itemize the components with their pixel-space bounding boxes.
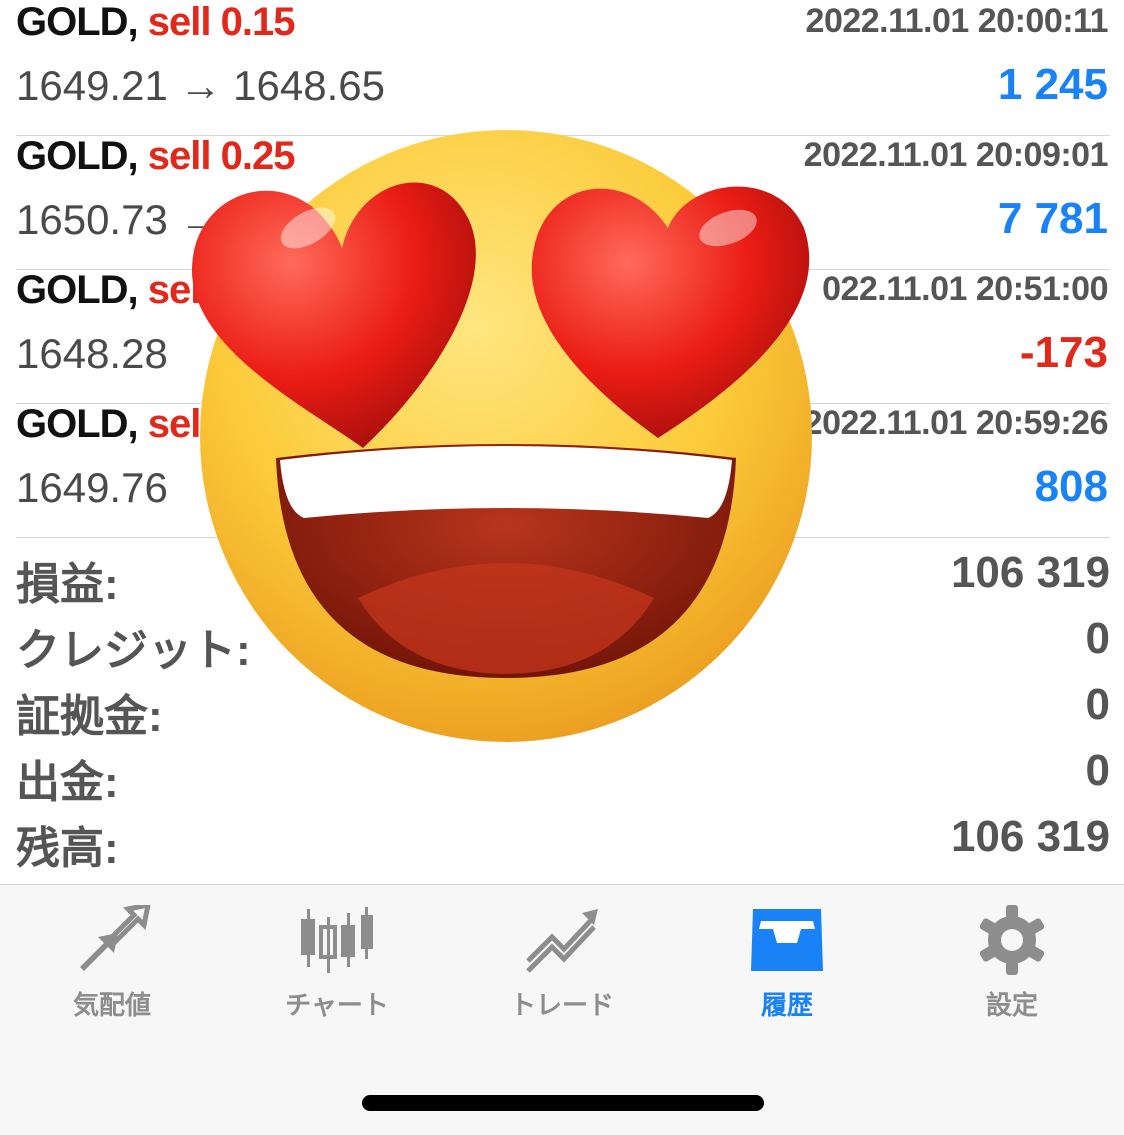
summary-balance: 残高: 106 319 (16, 812, 1110, 878)
trade-time: 022.11.01 20:51:00 (822, 270, 1108, 308)
tab-quotes[interactable]: 気配値 (12, 905, 212, 1025)
tab-label: 設定 (985, 990, 1038, 1020)
trade-time: 2022.11.01 20:00:11 (805, 2, 1109, 40)
tab-label: チャート (285, 990, 389, 1020)
tab-settings[interactable]: 設定 (912, 905, 1112, 1025)
gear-icon (979, 905, 1045, 975)
history-tray-icon (751, 909, 823, 971)
summary-value: 106 319 (950, 548, 1110, 597)
trade-profit: -173 (1019, 328, 1108, 377)
smiling-face-with-heart-eyes-emoji (191, 130, 812, 742)
summary-value: 0 (1085, 680, 1110, 729)
tab-chart[interactable]: チャート (237, 905, 437, 1025)
trade-row[interactable]: GOLD, sell 0.15 2022.11.01 20:00:11 1649… (16, 0, 1110, 136)
tab-history[interactable]: 履歴 (687, 905, 887, 1025)
tab-label: 履歴 (760, 990, 813, 1020)
trade-symbol: GOLD, sel (16, 402, 201, 446)
trade-profit: 1 245 (997, 60, 1108, 109)
trade-prices: 1649.76 (16, 464, 168, 511)
trade-time: 2022.11.01 20:59:26 (803, 404, 1109, 442)
summary-label: 損益: (16, 560, 119, 609)
trade-time: 2022.11.01 20:09:01 (803, 136, 1109, 174)
trade-profit: 7 781 (997, 194, 1108, 243)
trade-side: sell 0.15 (147, 0, 296, 44)
trade-prices: 1648.28 (16, 330, 168, 377)
trade-symbol: GOLD, sell 0.15 (16, 0, 296, 44)
tab-label: トレード (509, 990, 614, 1020)
summary-value: 106 319 (950, 812, 1110, 861)
home-indicator[interactable] (362, 1095, 764, 1111)
summary-label: 出金: (16, 758, 119, 807)
trade-profit: 808 (1034, 462, 1108, 511)
candlestick-chart-icon (301, 907, 373, 973)
emoji-teeth (280, 446, 732, 518)
quotes-arrows-icon (80, 905, 151, 971)
tab-label: 気配値 (72, 990, 151, 1020)
trade-symbol: GOLD, sel (16, 268, 201, 312)
trade-prices: 1649.21 → 1648.65 (16, 62, 385, 109)
summary-value: 0 (1085, 614, 1110, 663)
summary-label: 証拠金: (16, 692, 163, 741)
summary-value: 0 (1085, 746, 1110, 795)
tab-trade[interactable]: トレード (462, 905, 662, 1025)
summary-label: 残高: (16, 824, 119, 873)
trade-trend-icon (526, 909, 598, 973)
